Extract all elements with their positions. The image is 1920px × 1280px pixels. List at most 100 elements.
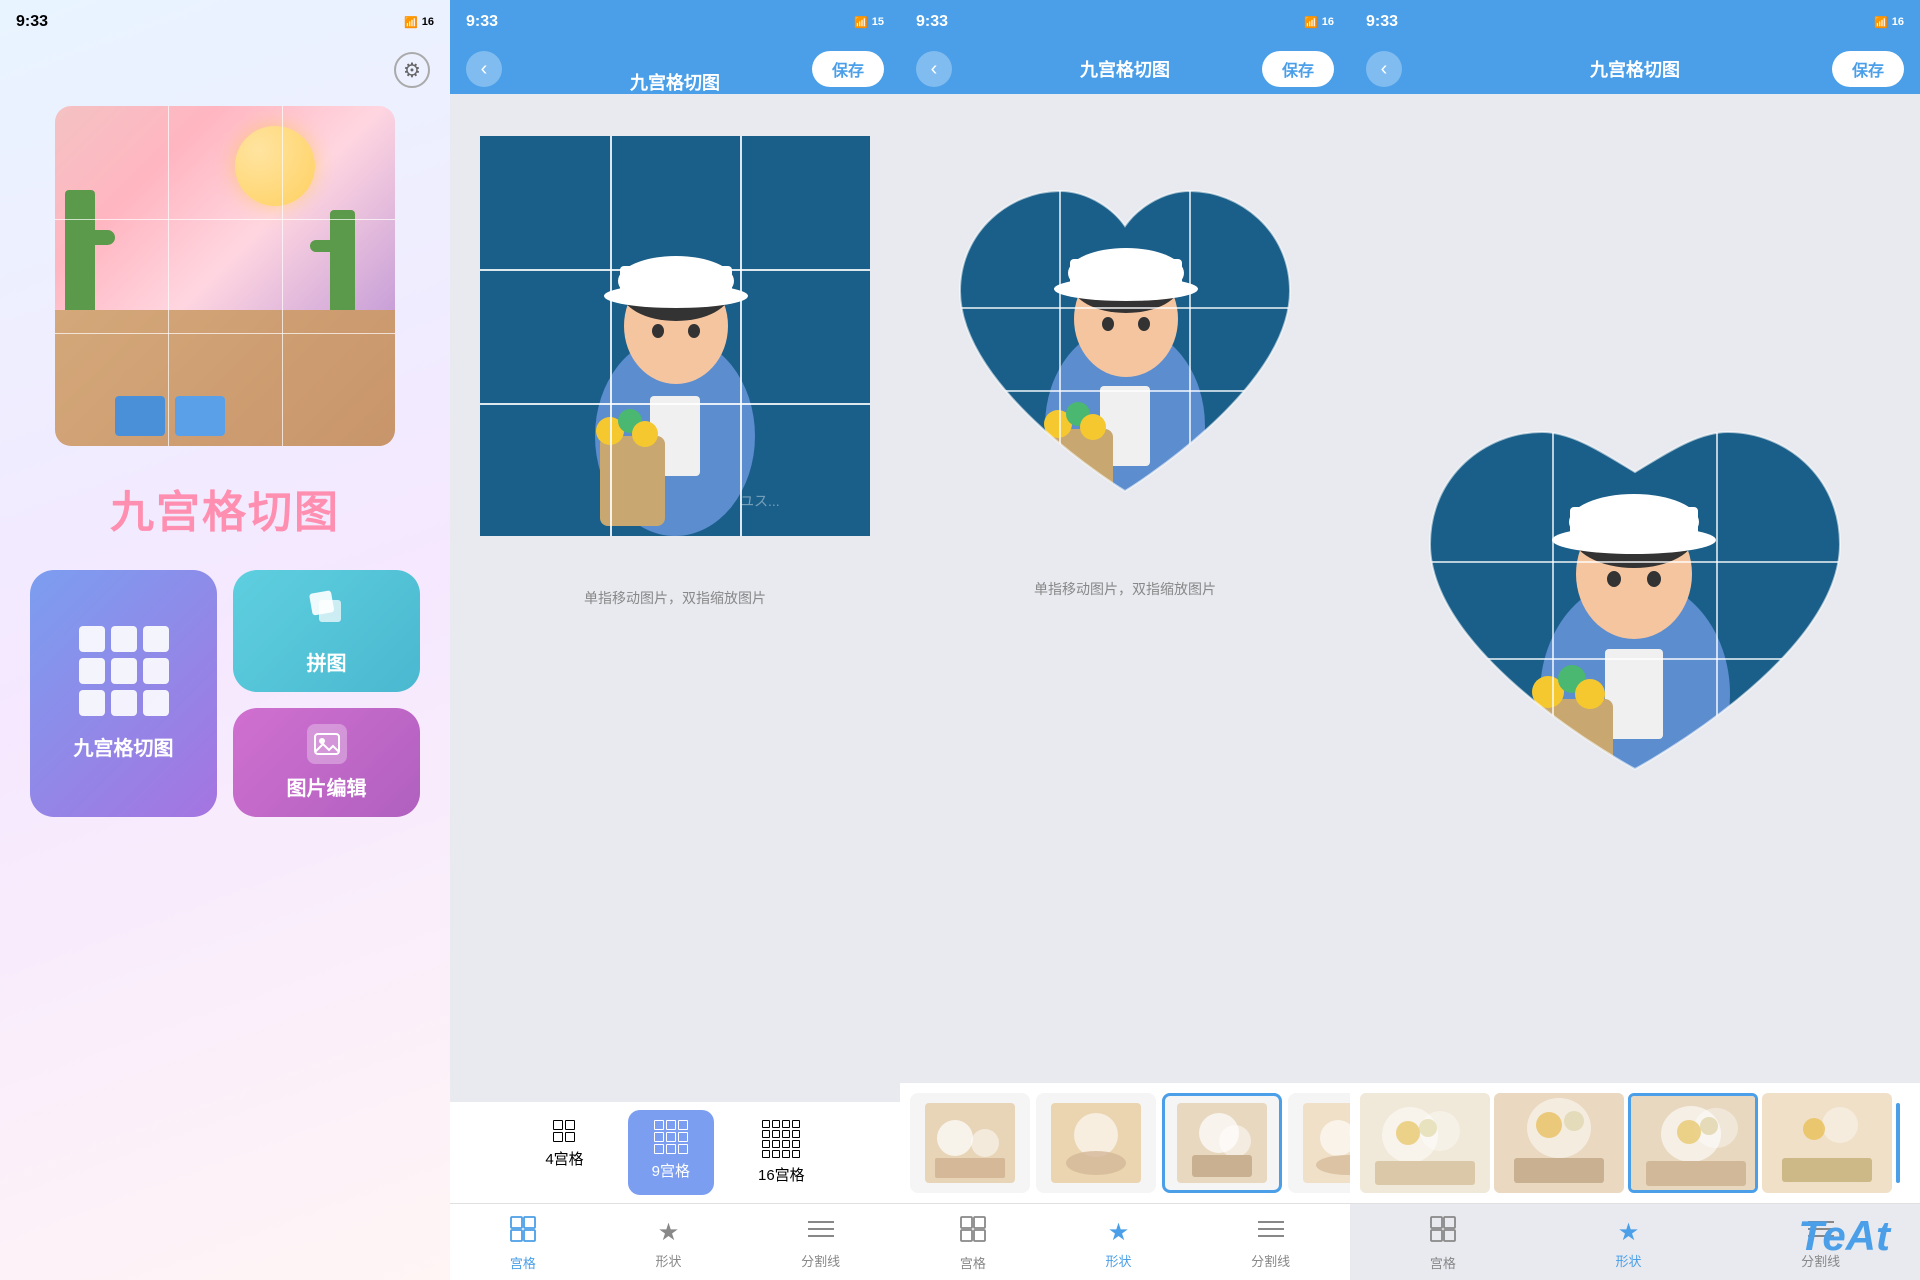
grid-preview: [55, 106, 395, 446]
star-nav-icon-p3: ★: [1108, 1218, 1130, 1247]
app-header-panel2: ‹ 九宫格切图 保存: [450, 44, 900, 94]
nav-grid-panel3[interactable]: 宫格: [960, 1216, 986, 1272]
nine-grid-button[interactable]: 九宫格切图: [30, 570, 217, 817]
time-panel1: 9:33: [16, 13, 48, 31]
image-edit-icon: [307, 724, 347, 764]
app-header-panel3: ‹ 九宫格切图 保存: [900, 44, 1350, 94]
shape-thumb-4[interactable]: [1288, 1093, 1350, 1193]
photo-thumb-3-selected[interactable]: [1628, 1093, 1758, 1193]
grid-dot: [143, 626, 169, 652]
beach-chair-2: [175, 396, 225, 436]
cell: [666, 1132, 676, 1142]
signal-icon-p4: 📶: [1874, 16, 1888, 29]
heart-preview-large: ユス...: [1350, 94, 1920, 1083]
cell: [792, 1120, 800, 1128]
cell: [565, 1132, 575, 1142]
heart-shape-preview: ユス...: [930, 131, 1320, 531]
grid-16-icon: [762, 1120, 800, 1158]
cell: [654, 1144, 664, 1154]
nav-divider-panel3[interactable]: 分割线: [1251, 1218, 1290, 1270]
battery-text-p4: 16: [1892, 16, 1904, 28]
spacer-panel3: [900, 609, 1350, 1084]
cell: [553, 1132, 563, 1142]
header-title-panel2: 九宫格切图: [630, 69, 720, 95]
back-button-panel3[interactable]: ‹: [916, 51, 952, 87]
teat-watermark: TeAt: [1798, 1212, 1890, 1260]
shape-thumb-3-selected[interactable]: [1162, 1093, 1282, 1193]
nav-shape-panel2[interactable]: ★ 形状: [655, 1218, 681, 1270]
bottom-section-panel3: 宫格 ★ 形状 分割线: [900, 1083, 1350, 1280]
status-icons-panel2: 📶 15: [854, 16, 884, 29]
grid-dot: [79, 690, 105, 716]
grid-nav-icon-p4: [1430, 1216, 1456, 1249]
divider-nav-icon: [808, 1218, 834, 1247]
puzzle-button[interactable]: 拼图: [233, 570, 420, 692]
heart-preview-svg: ユス...: [930, 131, 1320, 531]
grid-dot: [111, 658, 137, 684]
panel-heart-shape: 9:33 📶 16 ‹ 九宫格切图 保存: [900, 0, 1350, 1280]
nav-divider-panel2[interactable]: 分割线: [801, 1218, 840, 1270]
settings-header: ⚙: [0, 44, 450, 96]
save-button-panel2[interactable]: 保存: [812, 51, 884, 87]
cell: [654, 1120, 664, 1130]
shape-thumbnails-row: [900, 1083, 1350, 1203]
nav-grid-panel2[interactable]: 宫格: [510, 1216, 536, 1272]
save-button-panel4[interactable]: 保存: [1832, 51, 1904, 87]
nav-shape-panel3[interactable]: ★ 形状: [1105, 1218, 1131, 1270]
cell: [654, 1132, 664, 1142]
nav-shape-panel4[interactable]: ★ 形状: [1615, 1218, 1641, 1270]
grid-16-option[interactable]: 16宫格: [734, 1110, 829, 1195]
grid-4-icon: [553, 1120, 575, 1142]
settings-button[interactable]: ⚙: [394, 52, 430, 88]
heart-preview-container-large: ユス...: [1390, 364, 1880, 814]
cactus-right: [330, 210, 355, 310]
grid-dot: [79, 658, 105, 684]
shape-thumb-1[interactable]: [910, 1093, 1030, 1193]
nav-grid-panel4[interactable]: 宫格: [1430, 1216, 1456, 1272]
bottom-section-panel2: 4宫格 9宫格: [450, 1102, 900, 1280]
cell: [782, 1140, 790, 1148]
photo-thumb-2[interactable]: [1494, 1093, 1624, 1193]
grid-9-option[interactable]: 9宫格: [628, 1110, 714, 1195]
grid-options-panel2: 4宫格 9宫格: [450, 1102, 900, 1203]
image-edit-label: 图片编辑: [287, 772, 367, 801]
preview-top: [55, 106, 395, 310]
cell: [565, 1120, 575, 1130]
instruction-text-panel2: 单指移动图片，双指缩放图片: [450, 578, 900, 618]
back-button-panel2[interactable]: ‹: [466, 51, 502, 87]
nav-shape-label-p3: 形状: [1105, 1251, 1131, 1270]
grid-9-label: 9宫格: [652, 1160, 690, 1181]
grid-dot: [79, 626, 105, 652]
status-bar-panel2: 9:33 📶 15: [450, 0, 900, 44]
grid-4-option[interactable]: 4宫格: [521, 1110, 607, 1195]
shape-thumb-2[interactable]: [1036, 1093, 1156, 1193]
heart-preview-area: ユス...: [900, 94, 1350, 569]
panel-grid-cutter: 9:33 📶 15 ‹ 九宫格切图 保存: [450, 0, 900, 1280]
status-bar-panel1: 9:33 📶 16: [0, 0, 450, 44]
back-button-panel4[interactable]: ‹: [1366, 51, 1402, 87]
cell: [762, 1150, 770, 1158]
cactus-left: [65, 190, 95, 310]
cell: [782, 1150, 790, 1158]
grid-dot: [111, 626, 137, 652]
photo-thumb-4[interactable]: [1762, 1093, 1892, 1193]
boy-preview-panel2: ユス...: [480, 136, 870, 536]
star-nav-icon-p4: ★: [1618, 1218, 1640, 1247]
photo-thumb-1[interactable]: [1360, 1093, 1490, 1193]
moon-decoration: [235, 126, 315, 206]
nav-grid-label: 宫格: [510, 1253, 536, 1272]
image-edit-button[interactable]: 图片编辑: [233, 708, 420, 817]
puzzle-icon: [305, 586, 349, 639]
cell: [792, 1150, 800, 1158]
cell: [762, 1140, 770, 1148]
status-icons-panel3: 📶 16: [1304, 16, 1334, 29]
cell: [666, 1120, 676, 1130]
app-content-panel3: 9:33 📶 16 ‹ 九宫格切图 保存: [900, 0, 1350, 1280]
nav-grid-label-p4: 宫格: [1430, 1253, 1456, 1272]
star-nav-icon: ★: [658, 1218, 680, 1247]
battery-text-p2: 15: [872, 16, 884, 28]
save-button-panel3[interactable]: 保存: [1262, 51, 1334, 87]
scroll-indicator: [1896, 1103, 1900, 1183]
grid-4-label: 4宫格: [545, 1148, 583, 1169]
spacer-panel2: [450, 618, 900, 1102]
